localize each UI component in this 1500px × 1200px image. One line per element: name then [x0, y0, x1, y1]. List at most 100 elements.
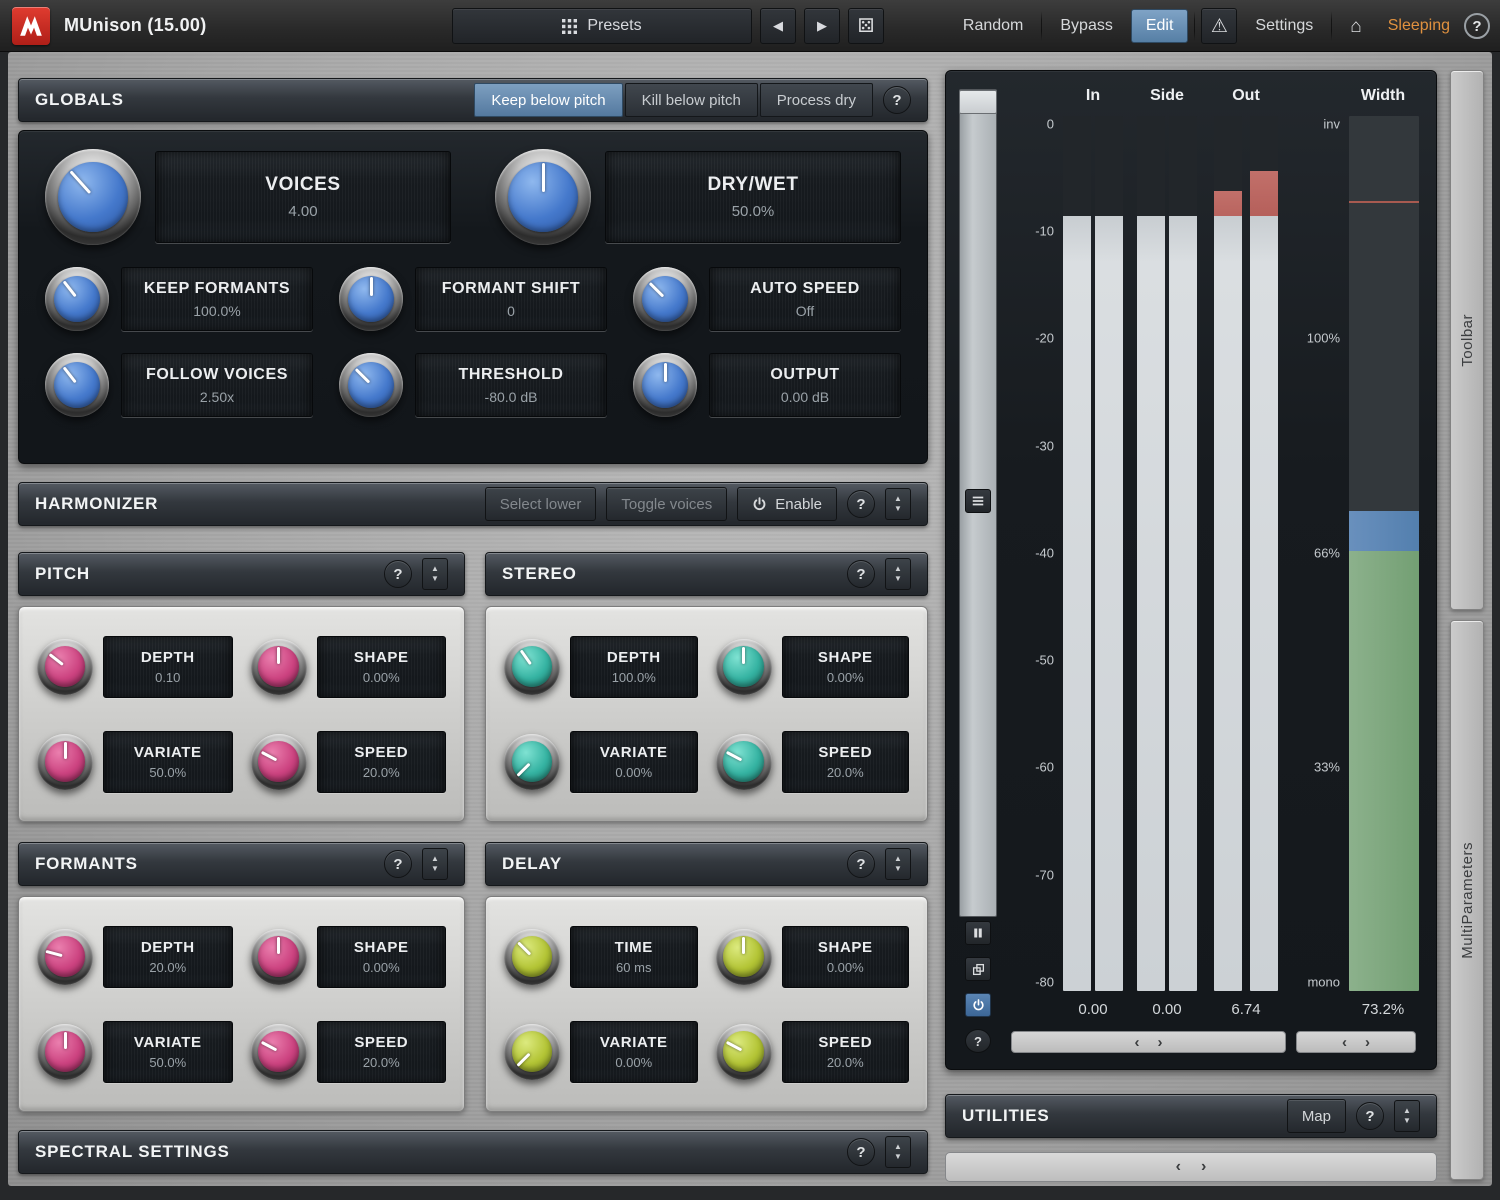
formants-header[interactable]: FORMANTS ? ▲▼	[18, 842, 465, 886]
pitch-speed-knob[interactable]	[251, 734, 307, 790]
delay-resize-spinner[interactable]: ▲▼	[885, 848, 911, 880]
process-dry-button[interactable]: Process dry	[760, 83, 873, 117]
voices-display[interactable]: VOICES 4.00	[155, 151, 451, 243]
stereo-variate-knob[interactable]	[504, 734, 560, 790]
formants-variate-knob[interactable]	[37, 1024, 93, 1080]
melda-logo[interactable]	[12, 7, 50, 45]
formants-help-button[interactable]: ?	[384, 850, 412, 878]
stereo-variate-display[interactable]: VARIATE 0.00%	[570, 731, 698, 793]
formants-shape-knob[interactable]	[251, 929, 307, 985]
formant-shift-display[interactable]: FORMANT SHIFT 0	[415, 267, 607, 331]
utilities-help-button[interactable]: ?	[1356, 1102, 1384, 1130]
delay-shape-knob[interactable]	[716, 929, 772, 985]
output-knob[interactable]	[633, 353, 697, 417]
chevron-down-icon: ▼	[431, 575, 439, 583]
threshold-display[interactable]: THRESHOLD -80.0 dB	[415, 353, 607, 417]
dry-wet-knob[interactable]	[495, 149, 591, 245]
previous-preset-button[interactable]: ◀	[760, 8, 796, 44]
pitch-shape-display[interactable]: SHAPE 0.00%	[317, 636, 447, 698]
delay-speed-knob[interactable]	[716, 1024, 772, 1080]
settings-button[interactable]: Settings	[1243, 8, 1325, 44]
harmonizer-resize-spinner[interactable]: ▲ ▼	[885, 488, 911, 520]
delay-header[interactable]: DELAY ? ▲▼	[485, 842, 928, 886]
tab-multiparameters[interactable]: MultiParameters	[1450, 620, 1484, 1180]
pitch-help-button[interactable]: ?	[384, 560, 412, 588]
follow-voices-display[interactable]: FOLLOW VOICES 2.50x	[121, 353, 313, 417]
pitch-variate-knob[interactable]	[37, 734, 93, 790]
pitch-depth-knob[interactable]	[37, 639, 93, 695]
spectral-settings-header[interactable]: SPECTRAL SETTINGS ? ▲▼	[18, 1130, 928, 1174]
pitch-depth-display[interactable]: DEPTH 0.10	[103, 636, 233, 698]
delay-speed-display[interactable]: SPEED 20.0%	[782, 1021, 910, 1083]
help-button[interactable]: ?	[1464, 13, 1490, 39]
spectral-help-button[interactable]: ?	[847, 1138, 875, 1166]
pitch-resize-spinner[interactable]: ▲▼	[422, 558, 448, 590]
bypass-button[interactable]: Bypass	[1048, 8, 1124, 44]
pitch-variate-display[interactable]: VARIATE 50.0%	[103, 731, 233, 793]
keep-formants-display[interactable]: KEEP FORMANTS 100.0%	[121, 267, 313, 331]
map-button[interactable]: Map	[1287, 1099, 1346, 1133]
auto-speed-knob[interactable]	[633, 267, 697, 331]
voices-knob[interactable]	[45, 149, 141, 245]
next-preset-button[interactable]: ▶	[804, 8, 840, 44]
formants-depth-knob[interactable]	[37, 929, 93, 985]
formants-speed-display[interactable]: SPEED 20.0%	[317, 1021, 447, 1083]
stereo-speed-knob[interactable]	[716, 734, 772, 790]
delay-variate-display[interactable]: VARIATE 0.00%	[570, 1021, 698, 1083]
threshold-knob[interactable]	[339, 353, 403, 417]
globals-help-button[interactable]: ?	[883, 86, 911, 114]
select-lower-button[interactable]: Select lower	[485, 487, 597, 521]
width-range-scrollbar[interactable]: ‹ ›	[1296, 1031, 1416, 1053]
utilities-resize-spinner[interactable]: ▲▼	[1394, 1100, 1420, 1132]
utilities-header[interactable]: UTILITIES Map ? ▲▼	[945, 1094, 1437, 1138]
tab-toolbar[interactable]: Toolbar	[1450, 70, 1484, 610]
toolbar-tab-label: Toolbar	[1459, 314, 1476, 367]
random-preset-dice-button[interactable]: ⚄	[848, 8, 884, 44]
delay-shape-display[interactable]: SHAPE 0.00%	[782, 926, 910, 988]
stereo-shape-display[interactable]: SHAPE 0.00%	[782, 636, 910, 698]
harmonizer-help-button[interactable]: ?	[847, 490, 875, 518]
edit-button[interactable]: Edit	[1131, 9, 1189, 43]
pitch-depth-param: DEPTH 0.10	[37, 627, 233, 706]
output-display[interactable]: OUTPUT 0.00 dB	[709, 353, 901, 417]
random-button[interactable]: Random	[951, 8, 1035, 44]
formants-resize-spinner[interactable]: ▲▼	[422, 848, 448, 880]
stereo-shape-knob[interactable]	[716, 639, 772, 695]
auto-speed-label: AUTO SPEED	[750, 280, 860, 298]
meter-range-scrollbar[interactable]: ‹ ›	[1011, 1031, 1286, 1053]
pitch-speed-display[interactable]: SPEED 20.0%	[317, 731, 447, 793]
chevron-left-icon: ‹	[1135, 1035, 1140, 1050]
harmonizer-enable-button[interactable]: Enable	[737, 487, 837, 521]
dry-wet-display[interactable]: DRY/WET 50.0%	[605, 151, 901, 243]
spectral-resize-spinner[interactable]: ▲▼	[885, 1136, 911, 1168]
stereo-help-button[interactable]: ?	[847, 560, 875, 588]
delay-time-knob[interactable]	[504, 929, 560, 985]
keep-formants-knob[interactable]	[45, 267, 109, 331]
follow-voices-knob[interactable]	[45, 353, 109, 417]
stereo-speed-display[interactable]: SPEED 20.0%	[782, 731, 910, 793]
formants-shape-display[interactable]: SHAPE 0.00%	[317, 926, 447, 988]
stereo-depth-display[interactable]: DEPTH 100.0%	[570, 636, 698, 698]
utilities-scrollbar[interactable]: ‹ ›	[945, 1152, 1437, 1182]
pitch-header[interactable]: PITCH ? ▲▼	[18, 552, 465, 596]
stereo-header[interactable]: STEREO ? ▲▼	[485, 552, 928, 596]
formants-speed-knob[interactable]	[251, 1024, 307, 1080]
auto-speed-display[interactable]: AUTO SPEED Off	[709, 267, 901, 331]
sleeping-status[interactable]: Sleeping	[1380, 17, 1458, 35]
pitch-shape-knob[interactable]	[251, 639, 307, 695]
delay-time-display[interactable]: TIME 60 ms	[570, 926, 698, 988]
presets-button[interactable]: Presets	[452, 8, 752, 44]
stereo-depth-knob[interactable]	[504, 639, 560, 695]
formants-depth-display[interactable]: DEPTH 20.0%	[103, 926, 233, 988]
formant-shift-knob[interactable]	[339, 267, 403, 331]
stereo-resize-spinner[interactable]: ▲▼	[885, 558, 911, 590]
delay-variate-knob[interactable]	[504, 1024, 560, 1080]
keep-below-pitch-button[interactable]: Keep below pitch	[474, 83, 622, 117]
formants-variate-display[interactable]: VARIATE 50.0%	[103, 1021, 233, 1083]
kill-below-pitch-button[interactable]: Kill below pitch	[625, 83, 758, 117]
chevron-up-icon: ▲	[431, 565, 439, 573]
toggle-voices-button[interactable]: Toggle voices	[606, 487, 727, 521]
delay-help-button[interactable]: ?	[847, 850, 875, 878]
panic-button[interactable]: ⚠	[1201, 8, 1237, 44]
home-button[interactable]: ⌂	[1338, 8, 1373, 44]
